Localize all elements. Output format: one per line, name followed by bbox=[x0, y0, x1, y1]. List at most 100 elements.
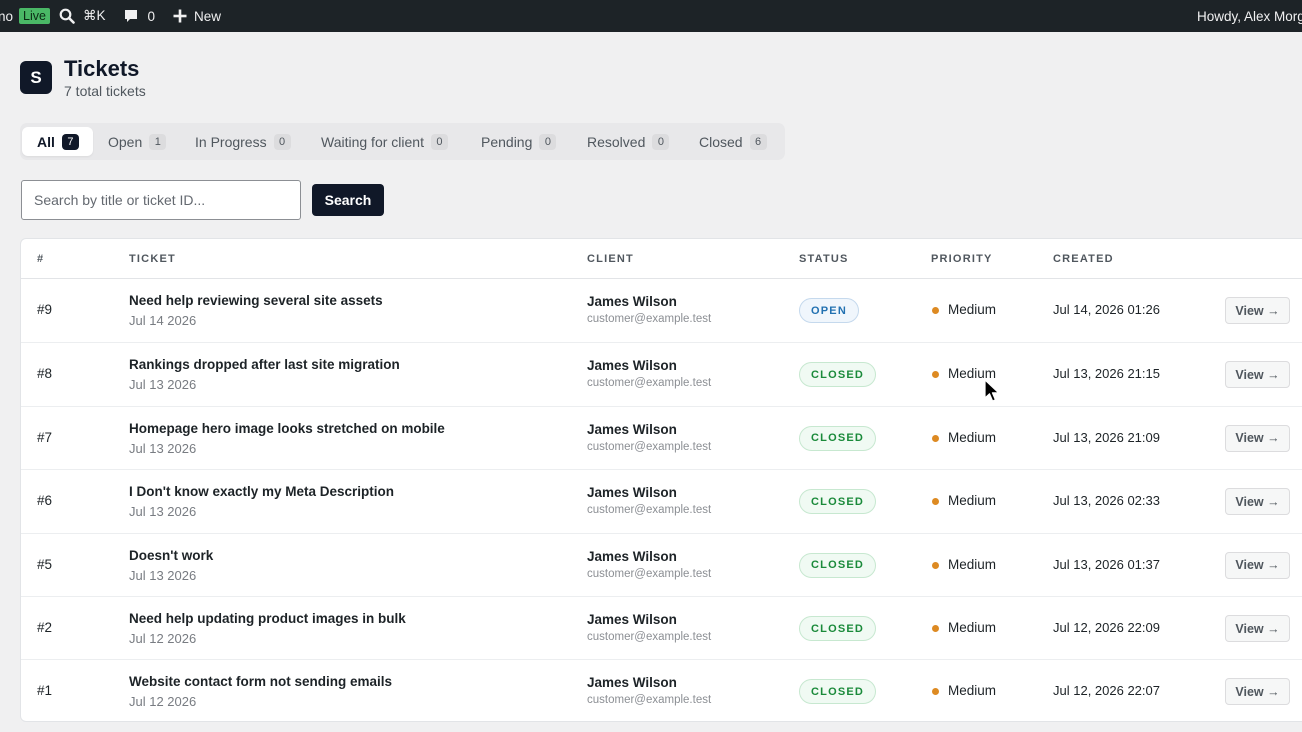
ticket-date: Jul 12 2026 bbox=[129, 694, 197, 710]
howdy-label: Howdy, Alex Morg bbox=[1197, 8, 1302, 24]
admin-bar: no Live ⌘K 0 New Howdy, Alex Morg bbox=[0, 0, 1302, 32]
live-badge: Live bbox=[19, 8, 50, 24]
client-name: James Wilson bbox=[587, 294, 677, 309]
priority-label: Medium bbox=[948, 429, 997, 445]
ticket-id: #2 bbox=[37, 620, 53, 635]
tab-label: Closed bbox=[699, 133, 743, 150]
ticket-count-subtitle: 7 total tickets bbox=[64, 83, 146, 99]
tab-all[interactable]: All 7 bbox=[22, 127, 93, 156]
client-email: customer@example.test bbox=[587, 631, 712, 643]
mouse-pointer-icon bbox=[984, 379, 1000, 408]
client-email: customer@example.test bbox=[587, 440, 712, 453]
ticket-title-link[interactable]: Doesn't work bbox=[129, 548, 213, 563]
client-name: James Wilson bbox=[587, 612, 677, 627]
priority-label: Medium bbox=[948, 620, 997, 635]
comments-link[interactable]: 0 bbox=[123, 0, 155, 32]
ticket-id: #8 bbox=[37, 366, 53, 382]
tab-count: 0 bbox=[539, 133, 557, 150]
tab-label: In Progress bbox=[195, 133, 267, 150]
ticket-title-link[interactable]: Rankings dropped after last site migrati… bbox=[129, 357, 400, 372]
table-row[interactable]: #8 Rankings dropped after last site migra… bbox=[21, 342, 1302, 405]
view-ticket-button[interactable]: View → bbox=[1225, 551, 1290, 579]
priority-label: Medium bbox=[948, 302, 997, 317]
status-badge: CLOSED bbox=[799, 552, 877, 578]
table-row[interactable]: #6 I Don't know exactly my Meta Descripti… bbox=[21, 469, 1302, 532]
view-ticket-button[interactable]: View → bbox=[1225, 678, 1290, 706]
priority-dot-icon bbox=[932, 625, 939, 632]
tab-resolved[interactable]: Resolved 0 bbox=[587, 127, 670, 156]
view-ticket-button[interactable]: View → bbox=[1225, 424, 1290, 452]
view-ticket-button[interactable]: View → bbox=[1225, 488, 1290, 516]
new-label: New bbox=[194, 8, 222, 24]
column-header-created: Created bbox=[1053, 252, 1114, 265]
tab-closed[interactable]: Closed 6 bbox=[699, 127, 767, 156]
ticket-title-link[interactable]: Website contact form not sending emails bbox=[129, 674, 392, 689]
tickets-table: # Ticket Client Status Priority Created … bbox=[20, 238, 1302, 722]
ticket-id: #6 bbox=[37, 493, 53, 509]
ticket-title-link[interactable]: Homepage hero image looks stretched on m… bbox=[129, 421, 445, 436]
site-name-link[interactable]: no bbox=[0, 0, 13, 32]
created-timestamp: Jul 13, 2026 01:37 bbox=[1053, 556, 1160, 572]
view-ticket-button[interactable]: View → bbox=[1225, 615, 1290, 642]
comment-icon bbox=[123, 8, 139, 24]
table-row[interactable]: #1 Website contact form not sending email… bbox=[21, 659, 1302, 722]
view-ticket-button[interactable]: View → bbox=[1225, 361, 1290, 389]
site-name-label: no bbox=[0, 8, 14, 24]
ticket-date: Jul 13 2026 bbox=[129, 440, 197, 456]
tab-waiting-for-client[interactable]: Waiting for client 0 bbox=[321, 127, 448, 156]
created-timestamp: Jul 13, 2026 02:33 bbox=[1053, 493, 1160, 509]
status-badge: CLOSED bbox=[799, 489, 877, 515]
user-account-menu[interactable]: Howdy, Alex Morg bbox=[1197, 0, 1302, 32]
client-name: James Wilson bbox=[587, 485, 677, 501]
tab-open[interactable]: Open 1 bbox=[108, 127, 167, 156]
client-name: James Wilson bbox=[587, 358, 677, 374]
view-ticket-button[interactable]: View → bbox=[1225, 297, 1290, 324]
ticket-search-input[interactable] bbox=[21, 180, 301, 220]
column-header-client: Client bbox=[587, 252, 634, 265]
status-badge: CLOSED bbox=[799, 425, 877, 451]
status-badge: CLOSED bbox=[799, 362, 877, 388]
column-header-ticket: Ticket bbox=[129, 252, 176, 265]
live-badge-wrap[interactable]: Live bbox=[13, 0, 50, 32]
client-email: customer@example.test bbox=[587, 567, 712, 580]
tab-pending[interactable]: Pending 0 bbox=[481, 127, 557, 156]
client-email: customer@example.test bbox=[587, 694, 712, 707]
created-timestamp: Jul 13, 2026 21:15 bbox=[1053, 366, 1160, 382]
ticket-title-link[interactable]: I Don't know exactly my Meta Description bbox=[129, 484, 394, 499]
plus-icon bbox=[173, 9, 187, 23]
ticket-id: #7 bbox=[37, 429, 53, 445]
priority-dot-icon bbox=[932, 561, 939, 569]
priority-dot-icon bbox=[932, 434, 939, 442]
tab-label: Pending bbox=[481, 133, 533, 150]
ticket-date: Jul 12 2026 bbox=[129, 631, 197, 646]
search-button[interactable]: Search bbox=[312, 184, 384, 216]
table-row[interactable]: #9 Need help reviewing several site asset… bbox=[21, 279, 1302, 342]
table-row[interactable]: #2 Need help updating product images in b… bbox=[21, 596, 1302, 659]
tab-label: All bbox=[37, 133, 55, 150]
created-timestamp: Jul 12, 2026 22:07 bbox=[1053, 683, 1160, 699]
created-timestamp: Jul 13, 2026 21:09 bbox=[1053, 429, 1160, 445]
search-icon bbox=[59, 8, 75, 24]
priority-dot-icon bbox=[932, 371, 939, 379]
ticket-id: #5 bbox=[37, 556, 53, 572]
client-email: customer@example.test bbox=[587, 313, 712, 325]
table-row[interactable]: #5 Doesn't work Jul 13 2026 James Wilson cus… bbox=[21, 532, 1302, 596]
column-header-status: Status bbox=[799, 252, 849, 265]
ticket-title-link[interactable]: Need help reviewing several site assets bbox=[129, 293, 383, 308]
admin-search-button[interactable]: ⌘K bbox=[59, 0, 106, 32]
tab-label: Waiting for client bbox=[321, 133, 424, 150]
new-content-button[interactable]: New bbox=[173, 0, 221, 32]
tab-count: 0 bbox=[430, 133, 448, 150]
client-email: customer@example.test bbox=[587, 504, 712, 517]
priority-label: Medium bbox=[948, 556, 997, 572]
tab-count: 0 bbox=[652, 133, 670, 150]
tab-label: Open bbox=[108, 133, 143, 150]
column-header-id: # bbox=[37, 252, 45, 265]
command-shortcut: ⌘K bbox=[82, 8, 106, 23]
tab-in-progress[interactable]: In Progress 0 bbox=[195, 127, 291, 156]
table-row[interactable]: #7 Homepage hero image looks stretched on… bbox=[21, 405, 1302, 469]
ticket-title-link[interactable]: Need help updating product images in bul… bbox=[129, 611, 406, 626]
priority-dot-icon bbox=[932, 498, 939, 506]
created-timestamp: Jul 14, 2026 01:26 bbox=[1053, 302, 1160, 317]
tab-count: 6 bbox=[749, 133, 767, 150]
